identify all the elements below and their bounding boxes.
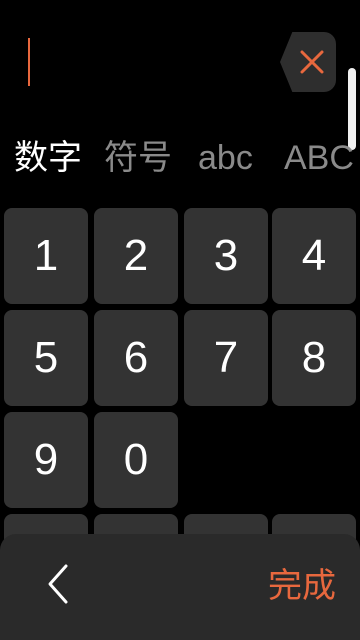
- text-input-area[interactable]: [0, 0, 360, 150]
- number-keypad: 1 2 3 4 5 6 7 8 9 0: [0, 206, 360, 546]
- delete-x-icon: [300, 50, 324, 74]
- tab-digits[interactable]: 数字: [14, 130, 82, 186]
- key-4[interactable]: 4: [272, 208, 356, 304]
- done-button[interactable]: 完成: [262, 558, 342, 614]
- tab-symbols[interactable]: 符号: [104, 130, 172, 186]
- key-8[interactable]: 8: [272, 310, 356, 406]
- key-2[interactable]: 2: [94, 208, 178, 304]
- key-7[interactable]: 7: [184, 310, 268, 406]
- chevron-left-icon: [48, 564, 68, 604]
- keyboard-mode-tabs: 数字 符号 abc ABC: [0, 130, 360, 186]
- text-cursor: [28, 38, 30, 86]
- back-button[interactable]: [30, 554, 90, 614]
- tab-uppercase[interactable]: ABC: [284, 130, 354, 186]
- key-1[interactable]: 1: [4, 208, 88, 304]
- keyboard-bottom-bar: 完成: [0, 534, 360, 640]
- tab-lowercase[interactable]: abc: [198, 130, 253, 186]
- key-6[interactable]: 6: [94, 310, 178, 406]
- key-3[interactable]: 3: [184, 208, 268, 304]
- key-0[interactable]: 0: [94, 412, 178, 508]
- key-9[interactable]: 9: [4, 412, 88, 508]
- key-5[interactable]: 5: [4, 310, 88, 406]
- delete-button[interactable]: [280, 32, 336, 92]
